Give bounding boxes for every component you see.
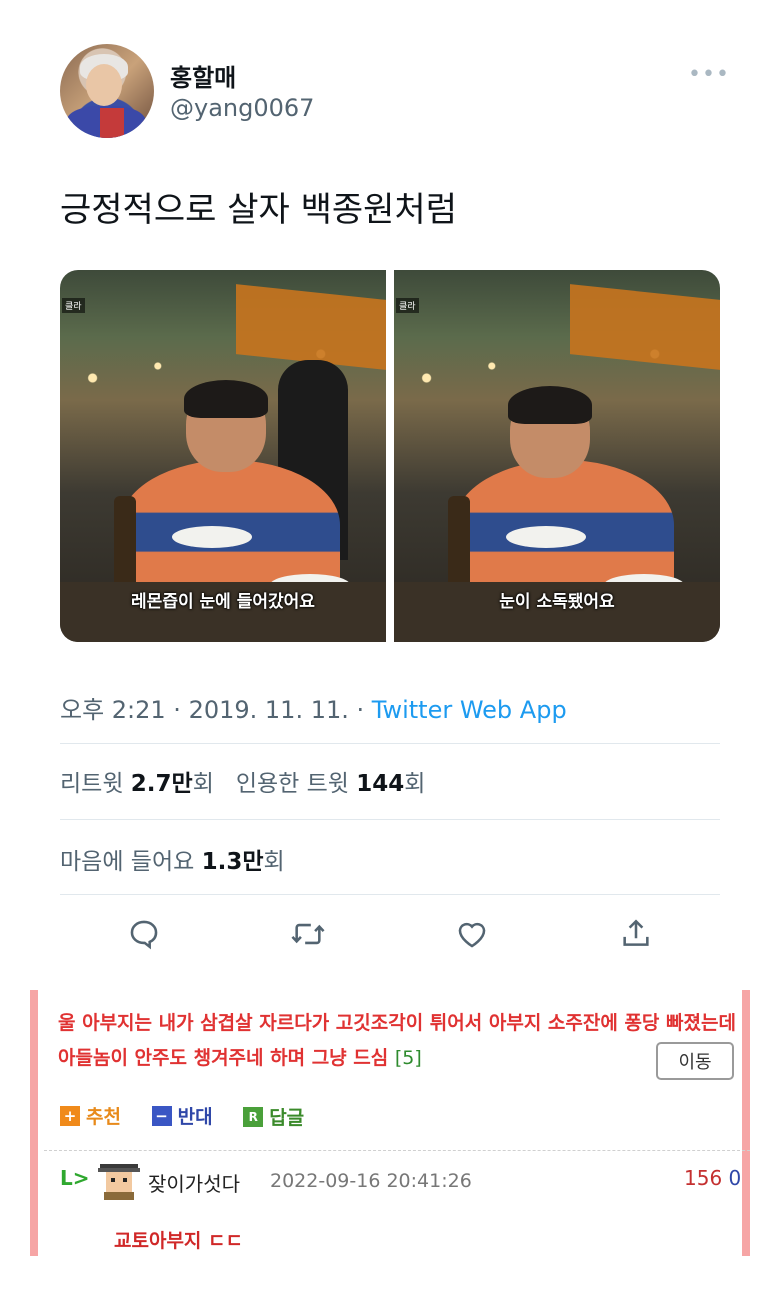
media-tag: 클라 — [396, 298, 419, 313]
reply-score-up: 156 — [684, 1166, 723, 1190]
timestamp-text[interactable]: 오후 2:21 · 2019. 11. 11. · — [60, 696, 372, 724]
reply-r-icon: R — [243, 1106, 264, 1127]
reply-username[interactable]: 잦이가섯다 — [148, 1168, 240, 1197]
reply-user-avatar[interactable] — [98, 1162, 140, 1200]
oppose-label: 반대 — [177, 1106, 213, 1128]
reply-icon[interactable] — [122, 912, 166, 956]
share-icon[interactable] — [614, 912, 658, 956]
user-handle[interactable]: @yang0067 — [170, 94, 314, 122]
reply-score: 156 0 — [684, 1166, 741, 1190]
man-body — [454, 460, 674, 590]
reply-divider — [44, 1150, 750, 1151]
reply-text: 교토아부지 ㄷㄷ — [114, 1230, 243, 1252]
likes-label[interactable]: 마음에 들어요 — [60, 849, 202, 875]
quotes-unit: 회 — [404, 771, 426, 797]
divider — [60, 819, 720, 820]
comment-text: 울 아부지는 내가 삼겹살 자르다가 고깃조각이 튀어서 아부지 소주잔에 퐁당… — [58, 1006, 738, 1076]
divider — [60, 894, 720, 895]
reply-button[interactable]: R 답글 — [243, 1103, 304, 1130]
man-hair — [508, 386, 592, 424]
reply-label: 답글 — [269, 1107, 305, 1129]
tweet-actions — [60, 912, 720, 962]
man-body — [120, 460, 340, 590]
user-avatar[interactable] — [60, 44, 154, 138]
display-name[interactable]: 홍할매 — [170, 58, 236, 93]
reply-count[interactable]: [5] — [395, 1047, 422, 1069]
recommend-button[interactable]: + 추천 — [60, 1102, 121, 1129]
tweet-text: 긍정적으로 살자 백종원처럼 — [60, 190, 457, 230]
quotes-count[interactable]: 144 — [356, 771, 404, 797]
media-photo-2[interactable]: 클라 눈이 소독됐어요 — [394, 270, 720, 642]
retweet-icon[interactable] — [286, 912, 330, 956]
avatar-robe-accent — [100, 108, 124, 138]
beer-bottle — [448, 496, 470, 596]
likes-count[interactable]: 1.3만 — [202, 849, 264, 875]
move-button[interactable]: 이동 — [656, 1042, 734, 1080]
beer-bottle — [114, 496, 136, 596]
media-tag: 클라 — [62, 298, 85, 313]
media-caption: 눈이 소독됐어요 — [499, 592, 615, 612]
plus-icon: + — [60, 1105, 80, 1126]
media-photo-1[interactable]: 클라 레몬즙이 눈에 들어갔어요 — [60, 270, 386, 642]
divider — [60, 743, 720, 744]
quotes-label[interactable]: 인용한 트윗 — [236, 771, 356, 797]
like-stats: 마음에 들어요 1.3만회 — [60, 842, 285, 876]
plate — [172, 526, 252, 548]
media-caption: 레몬즙이 눈에 들어갔어요 — [131, 592, 315, 612]
likes-unit: 회 — [263, 849, 285, 875]
plate — [506, 526, 586, 548]
reply-score-down: 0 — [728, 1166, 742, 1190]
vote-row: + 추천 − 반대 R 답글 — [60, 1102, 328, 1130]
source-app-link[interactable]: Twitter Web App — [372, 696, 567, 724]
retweets-label[interactable]: 리트윗 — [60, 771, 131, 797]
comment-section: 울 아부지는 내가 삼겹살 자르다가 고깃조각이 튀어서 아부지 소주잔에 퐁당… — [30, 990, 750, 1256]
man-hair — [184, 380, 268, 418]
tweet-card: 홍할매 @yang0067 ••• 긍정적으로 살자 백종원처럼 클라 레몬즙이… — [0, 0, 778, 990]
oppose-button[interactable]: − 반대 — [151, 1102, 213, 1129]
retweets-unit: 회 — [192, 771, 214, 797]
recommend-label: 추천 — [86, 1106, 121, 1128]
tweet-media: 클라 레몬즙이 눈에 들어갔어요 클라 눈이 소독됐어요 — [60, 270, 720, 642]
retweet-stats: 리트윗 2.7만회 인용한 트윗 144회 — [60, 764, 425, 798]
reply-timestamp: 2022-09-16 20:41:26 — [270, 1170, 472, 1192]
like-icon[interactable] — [450, 912, 494, 956]
reply-arrow-icon: L> — [60, 1166, 90, 1190]
retweets-count[interactable]: 2.7만 — [131, 771, 193, 797]
more-options-icon[interactable]: ••• — [688, 62, 730, 87]
avatar-face — [86, 64, 122, 106]
tweet-timestamp: 오후 2:21 · 2019. 11. 11. · Twitter Web Ap… — [60, 690, 567, 725]
minus-icon: − — [151, 1105, 172, 1126]
